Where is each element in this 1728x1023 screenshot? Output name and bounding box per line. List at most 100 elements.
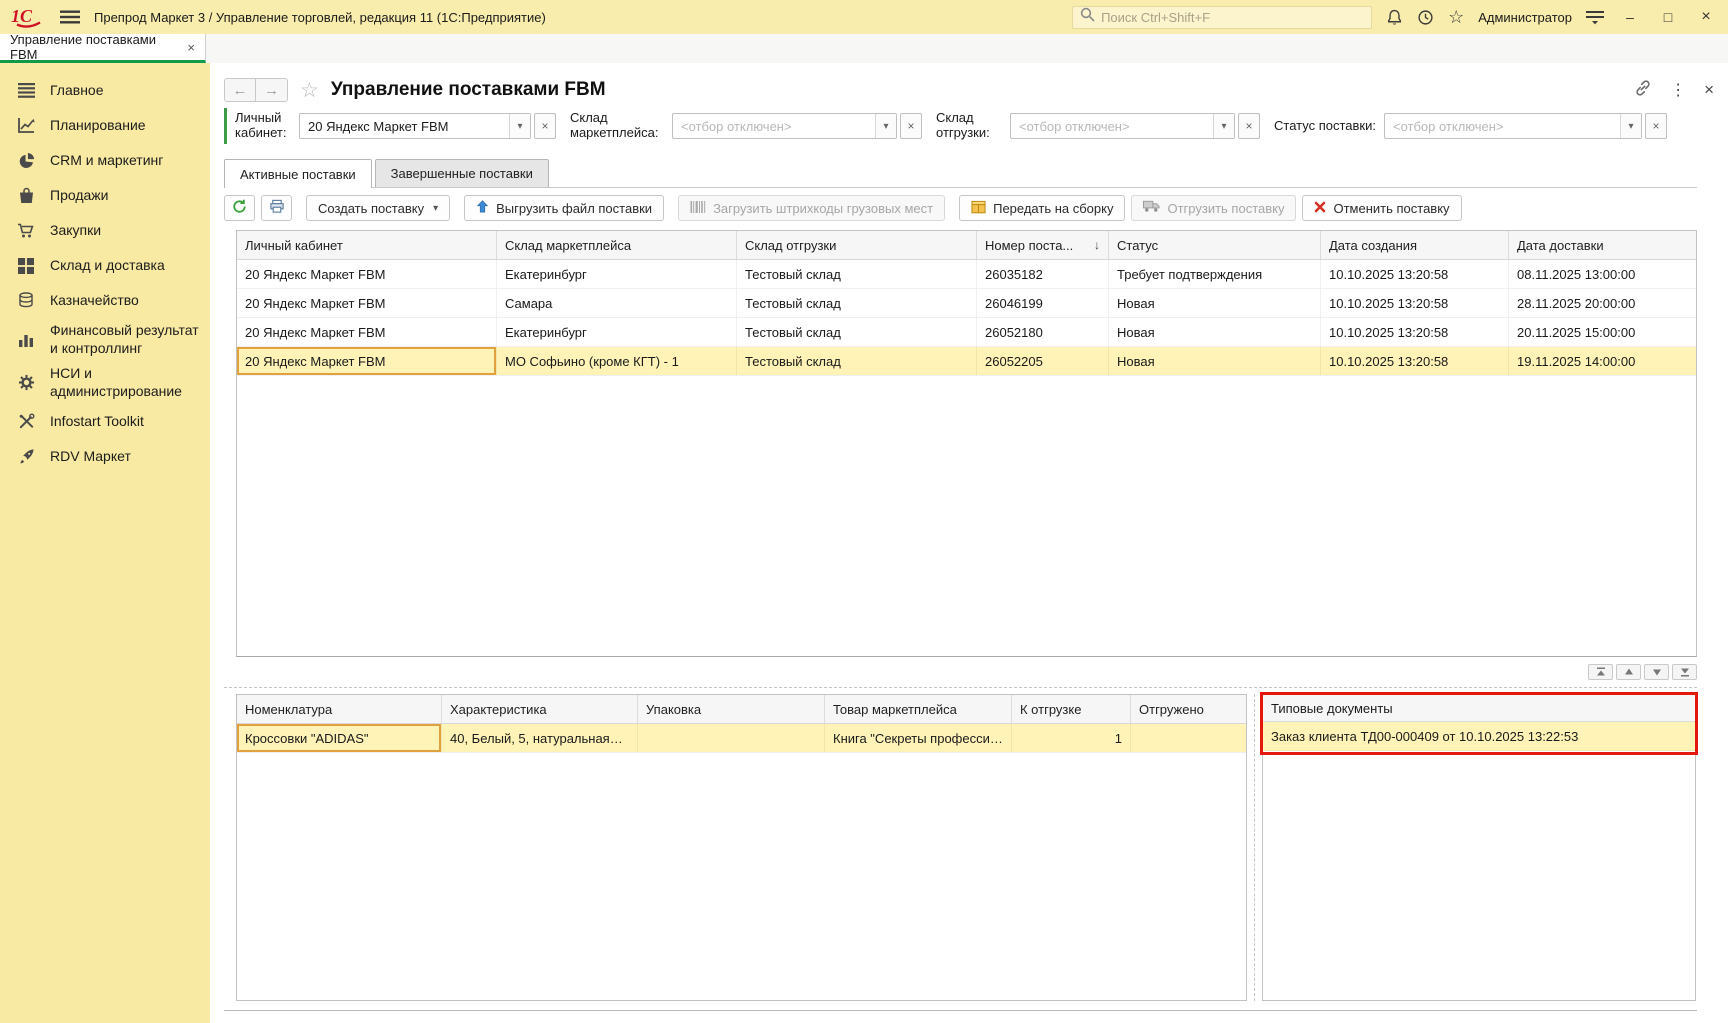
- gear-icon: [16, 374, 36, 392]
- sidebar-item-planning[interactable]: Планирование: [0, 108, 210, 143]
- main-menu-hamburger-icon[interactable]: [60, 10, 80, 24]
- export-arrow-icon: [476, 200, 489, 216]
- active-filter-marker: [224, 108, 227, 144]
- shipping-warehouse-dropdown-icon[interactable]: ▾: [1213, 114, 1234, 138]
- shipping-warehouse-filter-combo[interactable]: ▾: [1010, 113, 1235, 139]
- items-row-selected[interactable]: Кроссовки "ADIDAS" 40, Белый, 5, натурал…: [237, 724, 1246, 753]
- history-icon[interactable]: [1417, 9, 1434, 26]
- export-supply-file-button[interactable]: Выгрузить файл поставки: [464, 195, 664, 221]
- shipping-warehouse-clear-button[interactable]: ×: [1238, 113, 1260, 139]
- load-barcodes-button[interactable]: Загрузить штрихкоды грузовых мест: [678, 195, 945, 221]
- mp-warehouse-dropdown-icon[interactable]: ▾: [875, 114, 896, 138]
- forward-icon: →: [264, 82, 279, 99]
- sidebar-item-main[interactable]: Главное: [0, 73, 210, 108]
- status-filter-input[interactable]: [1385, 114, 1620, 138]
- cabinet-dropdown-icon[interactable]: ▾: [509, 114, 530, 138]
- column-header-supply-number[interactable]: Номер поста... ↓: [977, 231, 1109, 259]
- sidebar-item-sales[interactable]: Продажи: [0, 178, 210, 213]
- get-link-icon[interactable]: [1634, 79, 1652, 102]
- vertical-splitter[interactable]: [1254, 694, 1255, 1001]
- supplies-row[interactable]: 20 Яндекс Маркет FBM Самара Тестовый скл…: [237, 289, 1696, 318]
- current-user-label[interactable]: Администратор: [1478, 10, 1572, 25]
- cancel-supply-button[interactable]: Отменить поставку: [1302, 195, 1461, 221]
- column-header-mp-product[interactable]: Товар маркетплейса: [825, 695, 1012, 723]
- sidebar-item-purchases[interactable]: Закупки: [0, 213, 210, 248]
- column-header-characteristic[interactable]: Характеристика: [442, 695, 638, 723]
- search-input[interactable]: [1101, 10, 1364, 25]
- favorites-star-icon[interactable]: ☆: [1448, 8, 1464, 26]
- column-header-to-ship[interactable]: К отгрузке: [1012, 695, 1131, 723]
- filters-row: Личный кабинет: ▾ × Склад маркетплейса: …: [224, 109, 1714, 143]
- create-supply-button[interactable]: Создать поставку ▾: [306, 195, 450, 221]
- more-actions-icon[interactable]: ⋮: [1670, 80, 1686, 100]
- window-tab-supply-management[interactable]: Управление поставками FBM ×: [0, 34, 206, 63]
- column-header-cabinet[interactable]: Личный кабинет: [237, 231, 497, 259]
- go-first-row-button[interactable]: [1588, 664, 1613, 680]
- sort-descending-icon: ↓: [1094, 238, 1100, 252]
- ship-supply-button[interactable]: Отгрузить поставку: [1131, 195, 1296, 221]
- column-header-packaging[interactable]: Упаковка: [638, 695, 825, 723]
- horizontal-splitter[interactable]: [224, 687, 1697, 688]
- window-tab-close-icon[interactable]: ×: [187, 40, 195, 55]
- form-close-icon[interactable]: ×: [1704, 80, 1714, 100]
- column-header-delivery-date[interactable]: Дата доставки: [1509, 231, 1696, 259]
- column-header-mp-warehouse[interactable]: Склад маркетплейса: [497, 231, 737, 259]
- typical-documents-panel: Типовые документы Заказ клиента ТД00-000…: [1262, 694, 1696, 1001]
- refresh-icon: [232, 199, 247, 217]
- mp-warehouse-clear-button[interactable]: ×: [900, 113, 922, 139]
- sidebar-item-administration[interactable]: НСИ и администрирование: [0, 361, 210, 404]
- column-header-created-date[interactable]: Дата создания: [1321, 231, 1509, 259]
- sidebar-item-finance[interactable]: Финансовый результат и контроллинг: [0, 318, 210, 361]
- notifications-bell-icon[interactable]: [1386, 9, 1403, 26]
- supplies-row-selected[interactable]: 20 Яндекс Маркет FBM МО Софьино (кроме К…: [237, 347, 1696, 376]
- page-title: Управление поставками FBM: [331, 79, 606, 101]
- status-filter-combo[interactable]: ▾: [1384, 113, 1642, 139]
- cabinet-filter-input[interactable]: [300, 114, 509, 138]
- cabinet-filter-combo[interactable]: ▾: [299, 113, 531, 139]
- document-link-row[interactable]: Заказ клиента ТД00-000409 от 10.10.2025 …: [1263, 722, 1695, 751]
- tools-icon: [16, 413, 36, 431]
- status-dropdown-icon[interactable]: ▾: [1620, 114, 1641, 138]
- printer-icon: [269, 199, 285, 217]
- mp-warehouse-filter-combo[interactable]: ▾: [672, 113, 897, 139]
- window-close-button[interactable]: ×: [1694, 8, 1718, 26]
- minimize-button[interactable]: –: [1618, 9, 1642, 25]
- sidebar-item-crm[interactable]: CRM и маркетинг: [0, 143, 210, 178]
- active-cell[interactable]: 20 Яндекс Маркет FBM: [237, 347, 497, 375]
- forward-button[interactable]: →: [256, 78, 288, 102]
- cabinet-clear-button[interactable]: ×: [534, 113, 556, 139]
- refresh-button[interactable]: [224, 195, 255, 221]
- create-supply-dropdown-icon[interactable]: ▾: [433, 203, 438, 214]
- sidebar-item-rdv-market[interactable]: RDV Маркет: [0, 439, 210, 474]
- supplies-row[interactable]: 20 Яндекс Маркет FBM Екатеринбург Тестов…: [237, 260, 1696, 289]
- active-cell[interactable]: Кроссовки "ADIDAS": [237, 724, 442, 752]
- maximize-button[interactable]: □: [1656, 9, 1680, 25]
- column-header-nomenclature[interactable]: Номенклатура: [237, 695, 442, 723]
- tab-active-supplies[interactable]: Активные поставки: [224, 159, 372, 188]
- send-to-assembly-button[interactable]: Передать на сборку: [959, 195, 1125, 221]
- row-down-button[interactable]: [1644, 664, 1669, 680]
- go-last-row-button[interactable]: [1672, 664, 1697, 680]
- tab-completed-supplies[interactable]: Завершенные поставки: [375, 159, 549, 187]
- back-icon: ←: [233, 82, 248, 99]
- supply-items-table: Номенклатура Характеристика Упаковка Тов…: [236, 694, 1247, 1001]
- column-header-status[interactable]: Статус: [1109, 231, 1321, 259]
- shipping-warehouse-filter-input[interactable]: [1011, 114, 1213, 138]
- sidebar-item-treasury[interactable]: Казначейство: [0, 283, 210, 318]
- supplies-row[interactable]: 20 Яндекс Маркет FBM Екатеринбург Тестов…: [237, 318, 1696, 347]
- sidebar-item-warehouse[interactable]: Склад и доставка: [0, 248, 210, 283]
- column-header-shipped[interactable]: Отгружено: [1131, 695, 1246, 723]
- row-up-button[interactable]: [1616, 664, 1641, 680]
- user-menu-icon[interactable]: [1586, 9, 1604, 25]
- status-clear-button[interactable]: ×: [1645, 113, 1667, 139]
- sidebar-item-infostart-toolkit[interactable]: Infostart Toolkit: [0, 404, 210, 439]
- global-search[interactable]: [1072, 6, 1372, 29]
- mp-warehouse-filter-label: Склад маркетплейса:: [570, 111, 664, 141]
- main-section-icon: [16, 82, 36, 100]
- mp-warehouse-filter-input[interactable]: [673, 114, 875, 138]
- column-header-shipping-warehouse[interactable]: Склад отгрузки: [737, 231, 977, 259]
- page-header: ← → ☆ Управление поставками FBM ⋮ ×: [224, 71, 1714, 109]
- print-button[interactable]: [261, 195, 292, 221]
- back-button[interactable]: ←: [224, 78, 256, 102]
- favorite-star-icon[interactable]: ☆: [300, 78, 319, 103]
